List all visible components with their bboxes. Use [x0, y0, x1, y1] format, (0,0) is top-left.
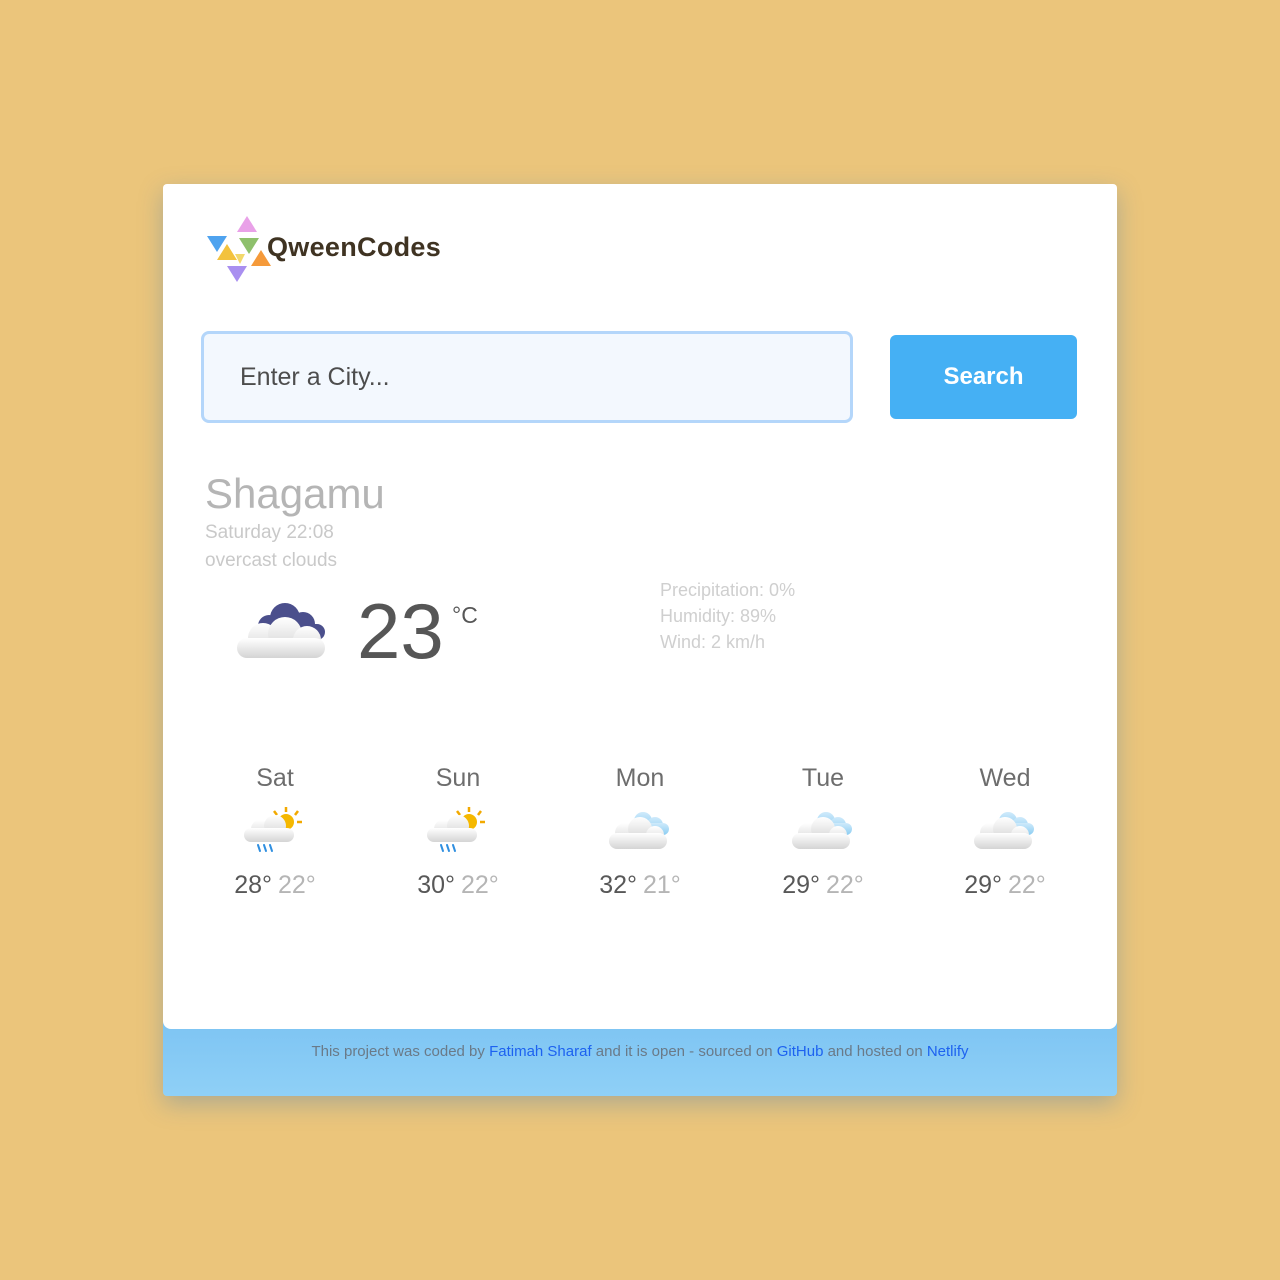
forecast-day: Sat 28° 22° [184, 764, 366, 900]
city-name: Shagamu [205, 470, 385, 517]
forecast-day: Tue 29° 22° [732, 764, 914, 900]
humidity-value: Humidity: 89% [660, 606, 777, 626]
forecast-day: Sun 30° 22° [367, 764, 549, 900]
footer-text-part: This project was coded by [311, 1043, 490, 1060]
forecast-max-temp: 28° [234, 871, 272, 899]
forecast-day-name: Sun [435, 764, 481, 792]
overcast-clouds-icon [237, 603, 325, 658]
forecast-max-temp: 30° [417, 871, 455, 899]
wind-value: Wind: 2 km/h [660, 632, 766, 652]
forecast-max-temp: 32° [599, 871, 637, 899]
brand-name: QweenCodes [267, 232, 442, 262]
footer-text-part: and it is open - sourced on [591, 1043, 777, 1060]
search-button[interactable]: Search [890, 335, 1077, 419]
forecast-min-temp: 22° [278, 871, 316, 899]
forecast-max-temp: 29° [782, 871, 820, 899]
netlify-link[interactable]: Netlify [927, 1043, 969, 1060]
footer-credits: This project was coded by Fatimah Sharaf… [163, 1043, 1117, 1060]
weather-details: Precipitation: 0% Humidity: 89% Wind: 2 … [660, 577, 795, 655]
logo-mark-icon [207, 216, 271, 282]
precipitation-value: Precipitation: 0% [660, 580, 796, 600]
forecast-min-temp: 21° [643, 871, 681, 899]
weather-description: overcast clouds [205, 550, 338, 571]
forecast-min-temp: 22° [826, 871, 864, 899]
weather-card: QweenCodes Search Shagamu Saturday 22:08… [163, 184, 1117, 1096]
current-temperature: 23 [357, 587, 444, 675]
forecast-min-temp: 22° [1008, 871, 1046, 899]
forecast-row: Sat 28° 22° Sun 30° 22° Mon 32° 21° Tue … [184, 764, 1096, 924]
current-datetime: Saturday 22:08 [205, 522, 334, 543]
forecast-min-temp: 22° [461, 871, 499, 899]
forecast-day-name: Tue [801, 764, 845, 792]
brand-logo[interactable]: QweenCodes [205, 214, 505, 286]
weather-panel: QweenCodes Search Shagamu Saturday 22:08… [163, 184, 1117, 1029]
temperature-unit[interactable]: °C [452, 602, 478, 629]
cloudy-icon [974, 812, 1034, 849]
cloudy-icon [609, 812, 669, 849]
github-link[interactable]: GitHub [777, 1043, 824, 1060]
forecast-day-name: Wed [979, 764, 1031, 792]
city-search-input[interactable] [201, 331, 853, 423]
forecast-day: Mon 32° 21° [549, 764, 731, 900]
author-link[interactable]: Fatimah Sharaf [489, 1043, 592, 1060]
forecast-day-name: Sat [256, 764, 294, 792]
forecast-max-temp: 29° [964, 871, 1002, 899]
sun-cloud-rain-icon [244, 807, 302, 852]
footer-text-part: and hosted on [823, 1043, 927, 1060]
forecast-day-name: Mon [615, 764, 665, 792]
sun-cloud-rain-icon [427, 807, 485, 852]
cloudy-icon [792, 812, 852, 849]
forecast-day: Wed 29° 22° [914, 764, 1096, 900]
